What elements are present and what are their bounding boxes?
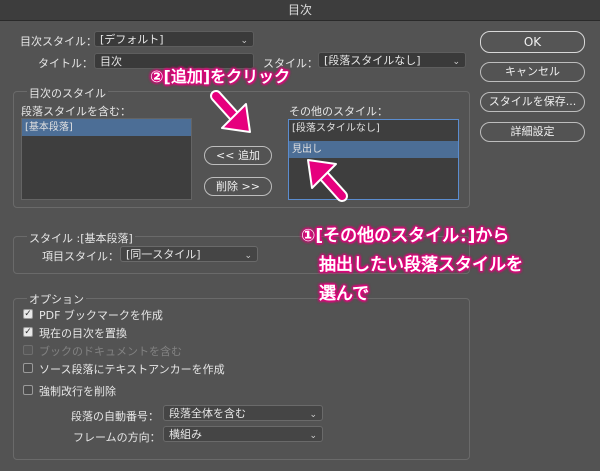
frame-direction-value: 横組み — [169, 428, 202, 441]
arrow-down-right-icon — [210, 90, 251, 133]
remove-button[interactable]: 削除 >> — [204, 177, 272, 196]
title-style-value: [段落スタイルなし] — [324, 54, 421, 67]
add-button[interactable]: << 追加 — [204, 146, 272, 165]
annotation-step1-line3: 選んで — [319, 284, 370, 304]
entry-style-select[interactable]: [同一スタイル] ⌄ — [120, 246, 258, 262]
checkbox-label: ソース段落にテキストアンカーを作成 — [39, 363, 225, 376]
include-styles-list[interactable]: [基本段落] — [21, 118, 192, 200]
title-label: タイトル： — [38, 57, 93, 70]
arrow-up-left-icon — [307, 159, 348, 202]
chevron-down-icon: ⌄ — [309, 431, 317, 441]
chevron-down-icon: ⌄ — [309, 410, 317, 420]
more-options-button[interactable]: 詳細設定 — [480, 122, 585, 142]
numbering-select[interactable]: 段落全体を含む ⌄ — [163, 405, 323, 421]
toc-style-value: [デフォルト] — [100, 33, 164, 46]
annotation-step1-line2: 抽出したい段落スタイルを — [319, 255, 523, 275]
title-value: 目次 — [100, 55, 122, 68]
list-item[interactable]: [基本段落] — [22, 119, 191, 136]
chevron-down-icon: ⌄ — [452, 57, 460, 67]
checkbox-label: ブックのドキュメントを含む — [39, 345, 182, 358]
include-styles-label: 段落スタイルを含む： — [21, 105, 131, 118]
chevron-down-icon: ⌄ — [240, 36, 248, 46]
list-item[interactable]: [段落スタイルなし] — [289, 120, 458, 137]
checkbox-label: PDF ブックマークを作成 — [39, 309, 163, 322]
other-styles-label: その他のスタイル： — [289, 105, 388, 118]
annotation-step1-line1: ①[その他のスタイル：]から — [301, 226, 510, 246]
options-group-label: オプション — [27, 291, 86, 307]
checkbox-label: 強制改行を削除 — [39, 385, 116, 398]
toc-style-label: 目次スタイル： — [20, 35, 97, 48]
style-group-label: スタイル :[基本段落] — [27, 230, 135, 246]
cancel-button[interactable]: キャンセル — [480, 62, 585, 82]
chevron-down-icon: ⌄ — [244, 251, 252, 261]
entry-style-label: 項目スタイル： — [42, 250, 119, 263]
numbering-value: 段落全体を含む — [169, 407, 246, 420]
annotation-step2: ②[追加]をクリック — [150, 67, 291, 86]
checkbox-label: 現在の目次を置換 — [39, 327, 127, 340]
frame-direction-select[interactable]: 横組み ⌄ — [163, 426, 323, 442]
checkbox-include-book — [23, 345, 33, 355]
checkbox-pdf-bookmark[interactable]: ✓ — [23, 309, 33, 319]
checkbox-replace-toc[interactable]: ✓ — [23, 327, 33, 337]
checkbox-remove-breaks[interactable] — [23, 385, 33, 395]
title-style-select[interactable]: [段落スタイルなし] ⌄ — [318, 52, 466, 68]
numbering-label: 段落の自動番号： — [71, 410, 159, 423]
window-title: 目次 — [0, 0, 600, 21]
save-style-button[interactable]: スタイルを保存... — [480, 92, 585, 112]
ok-button[interactable]: OK — [480, 31, 585, 53]
frame-direction-label: フレームの方向： — [73, 431, 161, 444]
toc-style-select[interactable]: [デフォルト] ⌄ — [94, 31, 254, 47]
checkbox-text-anchors[interactable] — [23, 363, 33, 373]
toc-styles-group-label: 目次のスタイル — [27, 85, 108, 101]
entry-style-value: [同一スタイル] — [126, 248, 201, 261]
